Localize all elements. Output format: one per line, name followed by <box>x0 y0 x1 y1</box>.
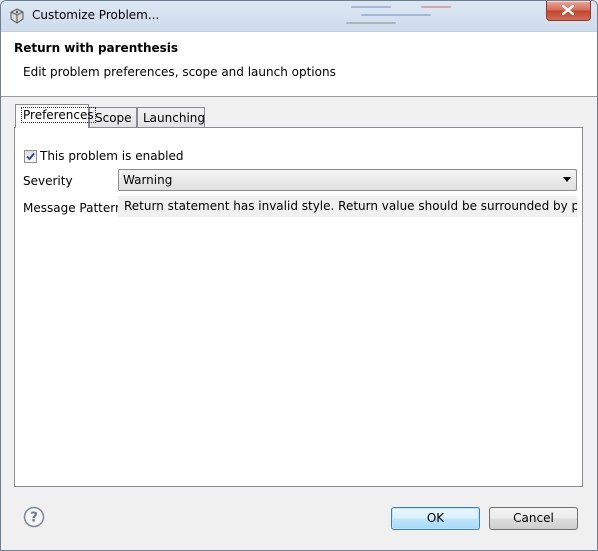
ok-button[interactable]: OK <box>391 507 480 530</box>
tab-preferences[interactable]: Preferences <box>15 104 96 128</box>
severity-select[interactable]: Warning <box>118 169 577 191</box>
severity-value: Warning <box>123 173 173 187</box>
tab-label: Preferences <box>21 107 96 123</box>
help-icon[interactable]: ? <box>23 506 45 528</box>
enabled-label: This problem is enabled <box>40 149 184 163</box>
title-bar[interactable]: Customize Problem... <box>1 1 597 32</box>
tab-launching[interactable]: Launching <box>137 107 205 127</box>
header-title: Return with parenthesis <box>14 41 179 55</box>
window-title: Customize Problem... <box>32 8 160 22</box>
tab-label: Scope <box>95 111 132 125</box>
background-ghost <box>341 1 541 31</box>
message-pattern-field[interactable]: Return statement has invalid style. Retu… <box>118 196 577 217</box>
close-icon <box>562 5 574 15</box>
header-description: Edit problem preferences, scope and laun… <box>23 65 336 79</box>
close-button[interactable] <box>546 1 591 21</box>
severity-label: Severity <box>23 174 73 188</box>
checkmark-icon <box>26 152 35 161</box>
tab-label: Launching <box>143 111 206 125</box>
chevron-down-icon <box>563 177 571 182</box>
dialog-header: Return with parenthesis Edit problem pre… <box>1 32 597 97</box>
enabled-checkbox[interactable] <box>24 150 37 163</box>
gear-cube-icon <box>10 8 24 24</box>
cancel-button[interactable]: Cancel <box>489 507 578 530</box>
svg-text:?: ? <box>30 511 38 526</box>
tab-scope[interactable]: Scope <box>89 107 137 127</box>
dialog-window: Customize Problem... Return with parenth… <box>0 0 598 551</box>
preferences-panel: This problem is enabled Severity Warning… <box>14 127 583 487</box>
message-pattern-label: Message Pattern <box>23 201 123 215</box>
